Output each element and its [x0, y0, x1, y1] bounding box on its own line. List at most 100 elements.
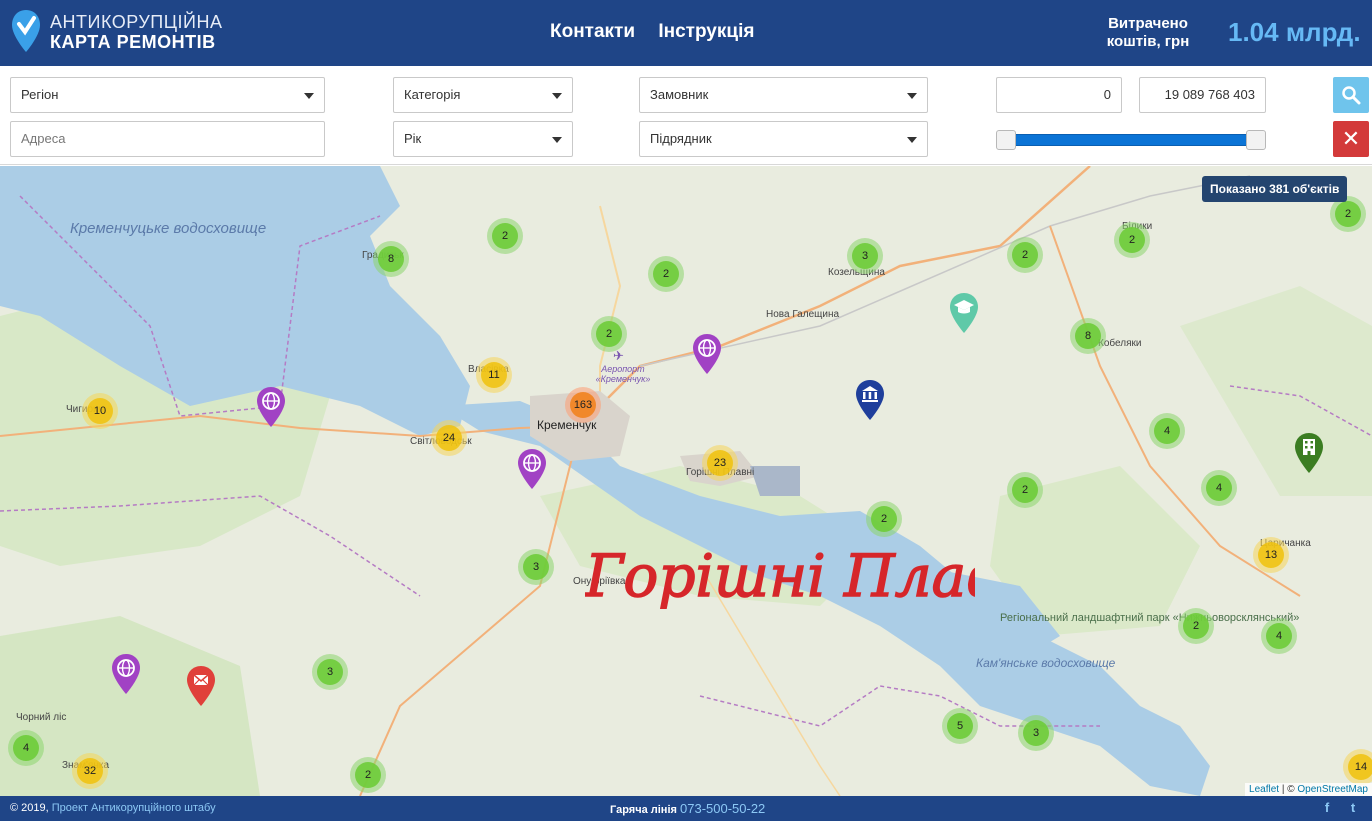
- cluster-count: 4: [1206, 475, 1232, 501]
- cluster-marker[interactable]: 3: [1018, 715, 1054, 751]
- clear-filters-button[interactable]: ✕: [1333, 121, 1369, 157]
- cluster-count: 2: [596, 321, 622, 347]
- cluster-count: 11: [481, 362, 507, 388]
- cluster-count: 3: [852, 243, 878, 269]
- map[interactable]: Кременчуцьке водосховище Кам'янське водо…: [0, 166, 1372, 796]
- twitter-icon[interactable]: t: [1346, 801, 1360, 815]
- cluster-marker[interactable]: 2: [1007, 472, 1043, 508]
- cluster-marker[interactable]: 14: [1343, 749, 1372, 785]
- cluster-marker[interactable]: 3: [518, 549, 554, 585]
- globe-pin-marker[interactable]: [255, 385, 287, 429]
- cluster-marker[interactable]: 2: [591, 316, 627, 352]
- cluster-marker[interactable]: 3: [847, 238, 883, 274]
- cluster-count: 2: [1183, 613, 1209, 639]
- globe-pin-marker[interactable]: [691, 332, 723, 376]
- cluster-marker[interactable]: 2: [1007, 237, 1043, 273]
- address-input[interactable]: Адреса: [10, 121, 325, 157]
- category-select[interactable]: Категорія: [393, 77, 573, 113]
- leaflet-link[interactable]: Leaflet: [1249, 784, 1279, 795]
- chornyi-lis-label: Чорний ліс: [16, 712, 67, 723]
- cluster-marker[interactable]: 2: [866, 501, 902, 537]
- globe-icon: [518, 449, 546, 489]
- mail-pin-marker[interactable]: [185, 664, 217, 708]
- osm-link[interactable]: OpenStreetMap: [1297, 784, 1368, 795]
- hotline-phone-link[interactable]: 073-500-50-22: [680, 801, 765, 816]
- chevron-down-icon: [304, 93, 314, 99]
- cluster-marker[interactable]: 24: [431, 420, 467, 456]
- footer: © 2019, Проект Антикорупційного штабу Га…: [0, 796, 1372, 821]
- year-select[interactable]: Рік: [393, 121, 573, 157]
- globe-pin-marker[interactable]: [110, 652, 142, 696]
- cluster-count: 2: [1012, 242, 1038, 268]
- project-link[interactable]: Проект Антикорупційного штабу: [52, 802, 216, 814]
- map-attribution: Leaflet | © OpenStreetMap: [1245, 783, 1372, 796]
- cluster-marker[interactable]: 2: [350, 757, 386, 793]
- cluster-marker[interactable]: 8: [373, 241, 409, 277]
- cluster-count: 4: [1154, 418, 1180, 444]
- hotline: Гаряча лінія 073-500-50-22: [610, 801, 765, 816]
- park-label: Регіональний ландшафтний парк «Нижньовор…: [1000, 612, 1299, 624]
- region-select-value: Регіон: [21, 87, 59, 102]
- nav-contacts-link[interactable]: Контакти: [550, 21, 635, 42]
- slider-handle-min[interactable]: [996, 130, 1016, 150]
- institution-pin-marker[interactable]: [854, 378, 886, 422]
- contractor-select[interactable]: Підрядник: [639, 121, 928, 157]
- filter-bar: Регіон Категорія Замовник 0 19 089 768 4…: [0, 66, 1372, 165]
- amount-range-slider[interactable]: [996, 130, 1266, 150]
- chevron-down-icon: [552, 137, 562, 143]
- cluster-marker[interactable]: 11: [476, 357, 512, 393]
- cluster-count: 2: [355, 762, 381, 788]
- airport-label: Аеропорт «Кременчук»: [595, 364, 651, 384]
- globe-icon: [112, 654, 140, 694]
- customer-select[interactable]: Замовник: [639, 77, 928, 113]
- kamianske-reservoir-label: Кам'янське водосховище: [976, 656, 1116, 670]
- customer-select-value: Замовник: [650, 87, 709, 102]
- institution-icon: [856, 380, 884, 420]
- logo-text[interactable]: АНТИКОРУПЦІЙНА КАРТА РЕМОНТІВ: [50, 12, 222, 52]
- cluster-marker[interactable]: 4: [1201, 470, 1237, 506]
- cluster-marker[interactable]: 2: [1114, 222, 1150, 258]
- close-icon: ✕: [1341, 126, 1361, 151]
- cluster-count: 2: [653, 261, 679, 287]
- main-nav: Контакти Інструкція: [550, 21, 772, 43]
- cluster-marker[interactable]: 8: [1070, 318, 1106, 354]
- nav-instructions-link[interactable]: Інструкція: [658, 21, 754, 42]
- copyright-text: © 2019,: [10, 802, 49, 814]
- logo[interactable]: [10, 8, 42, 54]
- chevron-down-icon: [907, 137, 917, 143]
- mail-icon: [187, 666, 215, 706]
- globe-pin-marker[interactable]: [516, 447, 548, 491]
- building-icon: [1295, 433, 1323, 473]
- cluster-marker[interactable]: 13: [1253, 537, 1289, 573]
- amount-min-input[interactable]: 0: [996, 77, 1122, 113]
- cluster-marker[interactable]: 23: [702, 445, 738, 481]
- facebook-icon[interactable]: f: [1320, 801, 1334, 815]
- cluster-marker[interactable]: 4: [8, 730, 44, 766]
- cluster-count: 24: [436, 425, 462, 451]
- search-icon: [1342, 86, 1361, 105]
- cluster-marker[interactable]: 4: [1149, 413, 1185, 449]
- globe-icon: [257, 387, 285, 427]
- cluster-marker[interactable]: 163: [565, 387, 601, 423]
- region-select[interactable]: Регіон: [10, 77, 325, 113]
- cluster-marker[interactable]: 4: [1261, 618, 1297, 654]
- cluster-marker[interactable]: 2: [487, 218, 523, 254]
- header: АНТИКОРУПЦІЙНА КАРТА РЕМОНТІВ Контакти І…: [0, 0, 1372, 66]
- cluster-marker[interactable]: 5: [942, 708, 978, 744]
- amount-max-input[interactable]: 19 089 768 403: [1139, 77, 1266, 113]
- slider-handle-max[interactable]: [1246, 130, 1266, 150]
- cluster-marker[interactable]: 10: [82, 393, 118, 429]
- education-pin-marker[interactable]: [948, 291, 980, 335]
- cluster-count: 8: [1075, 323, 1101, 349]
- chevron-down-icon: [907, 93, 917, 99]
- cluster-marker[interactable]: 2: [648, 256, 684, 292]
- search-button[interactable]: [1333, 77, 1369, 113]
- cluster-marker[interactable]: 3: [312, 654, 348, 690]
- cluster-count: 32: [77, 758, 103, 784]
- cluster-marker[interactable]: 32: [72, 753, 108, 789]
- cluster-count: 163: [570, 392, 596, 418]
- building-pin-marker[interactable]: [1293, 431, 1325, 475]
- cluster-marker[interactable]: 2: [1178, 608, 1214, 644]
- contractor-select-value: Підрядник: [650, 131, 712, 146]
- kremenchuk-reservoir-label: Кременчуцьке водосховище: [70, 220, 267, 237]
